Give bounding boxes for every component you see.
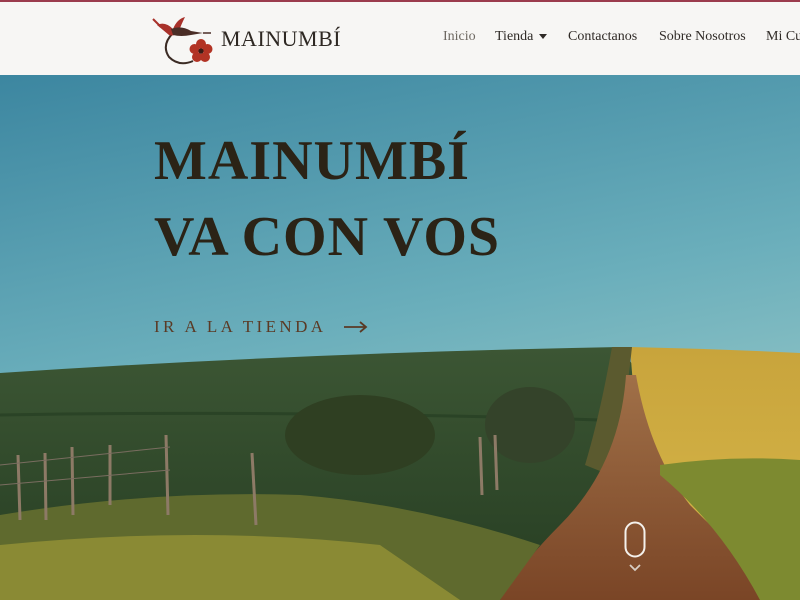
nav-mi-cuenta[interactable]: Mi Cu: [766, 29, 800, 45]
shop-cta-link[interactable]: IR A LA TIENDA: [154, 317, 326, 337]
nav-tienda-label: Tienda: [495, 29, 534, 44]
mouse-scroll-icon[interactable]: [624, 521, 646, 579]
hero-title-line-2: VA CON VOS: [154, 206, 501, 268]
nav-sobre-nosotros[interactable]: Sobre Nosotros: [659, 29, 746, 45]
caret-down-icon: [539, 34, 548, 40]
nav-contactanos[interactable]: Contactanos: [568, 29, 637, 45]
site-header: MAINUMBÍ Inicio Tienda Contactanos Sobre…: [0, 2, 800, 75]
brand-name[interactable]: MAINUMBÍ: [221, 26, 341, 52]
nav-inicio[interactable]: Inicio: [443, 29, 476, 45]
hero-section: MAINUMBÍ VA CON VOS IR A LA TIENDA: [0, 75, 800, 600]
hero-title: MAINUMBÍ VA CON VOS: [154, 123, 500, 275]
nav-tienda[interactable]: Tienda: [495, 29, 548, 45]
arrow-right-icon[interactable]: [343, 321, 369, 333]
hummingbird-flower-logo[interactable]: [151, 11, 213, 67]
hero-title-line-1: MAINUMBÍ: [154, 130, 470, 192]
